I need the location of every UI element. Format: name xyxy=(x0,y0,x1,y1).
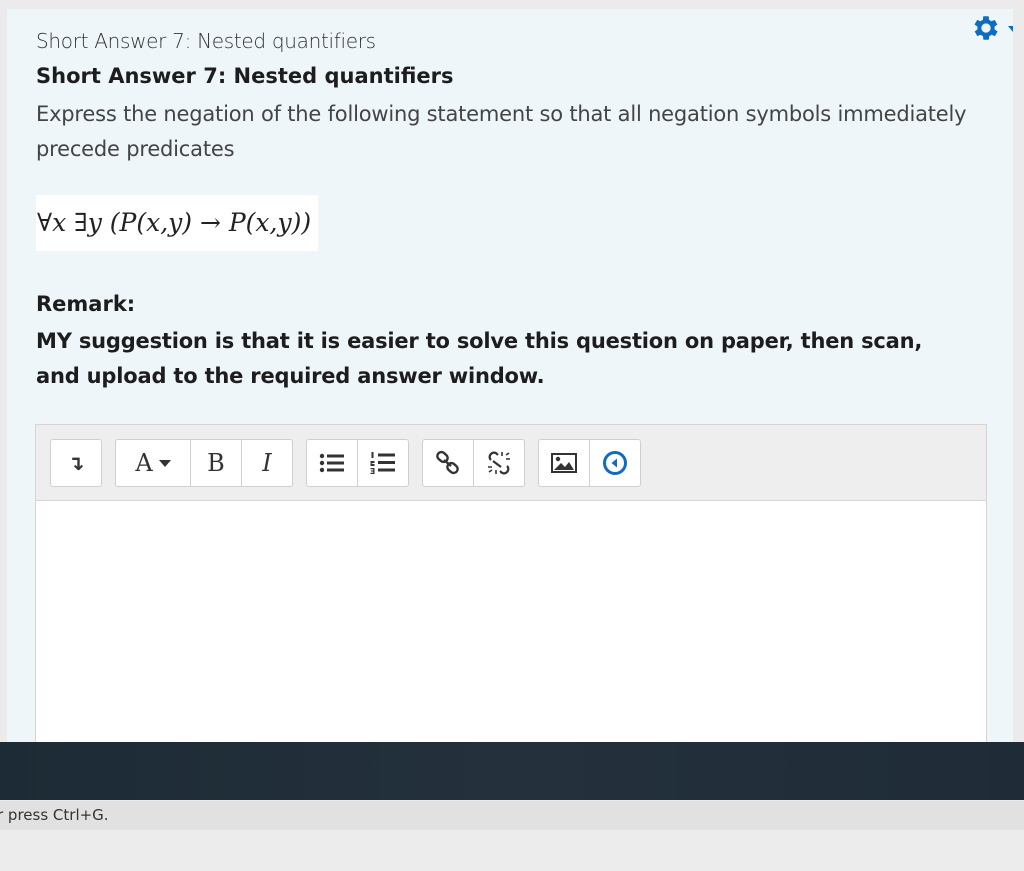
italic-icon: I xyxy=(262,449,272,477)
bold-button[interactable]: B xyxy=(191,440,242,486)
font-style-button[interactable]: A xyxy=(116,440,191,486)
image-icon xyxy=(551,453,577,473)
question-settings-menu[interactable] xyxy=(970,12,1013,44)
remark-heading: Remark: xyxy=(36,292,136,316)
show-more-button[interactable]: ↴ xyxy=(51,440,101,486)
bold-icon: B xyxy=(207,449,225,477)
answer-editor: ↴ A B I xyxy=(35,424,987,742)
chevron-down-icon[interactable] xyxy=(1008,26,1013,32)
question-title: Short Answer 7: Nested quantifiers xyxy=(36,64,454,88)
remark-body: MY suggestion is that it is easier to so… xyxy=(36,329,923,388)
question-text: Express the negation of the following st… xyxy=(36,102,967,161)
link-button[interactable] xyxy=(423,440,474,486)
unordered-list-icon xyxy=(319,453,344,473)
taskbar-band xyxy=(0,742,1024,800)
status-text: r press Ctrl+G. xyxy=(0,806,109,824)
ordered-list-icon xyxy=(370,452,395,474)
chevron-down-icon xyxy=(158,459,171,467)
image-button[interactable] xyxy=(539,440,590,486)
show-more-icon: ↴ xyxy=(67,451,85,475)
gear-icon[interactable] xyxy=(970,12,1002,44)
unordered-list-button[interactable] xyxy=(307,440,358,486)
record-media-icon xyxy=(603,451,627,475)
font-style-icon: A xyxy=(135,449,153,477)
answer-text-area[interactable] xyxy=(36,501,986,742)
ordered-list-button[interactable] xyxy=(358,440,408,486)
question-formula: ∀x ∃y (P(x,y) → P(x,y)) xyxy=(36,195,318,251)
toolbar-group-more: ↴ xyxy=(50,439,102,487)
unlink-icon xyxy=(488,451,510,475)
toolbar-group-media xyxy=(538,439,641,487)
question-card: Short Answer 7: Nested quantifiers Short… xyxy=(7,9,1013,742)
record-media-button[interactable] xyxy=(590,440,640,486)
page-footer-area xyxy=(0,830,1024,871)
toolbar-group-lists xyxy=(306,439,409,487)
italic-button[interactable]: I xyxy=(242,440,292,486)
status-bar: r press Ctrl+G. xyxy=(0,801,1024,830)
editor-toolbar: ↴ A B I xyxy=(36,425,986,501)
toolbar-group-style: A B I xyxy=(115,439,293,487)
question-name: Short Answer 7: Nested quantifiers xyxy=(36,29,376,53)
link-icon xyxy=(436,450,459,475)
toolbar-group-links xyxy=(422,439,525,487)
unlink-button[interactable] xyxy=(474,440,524,486)
